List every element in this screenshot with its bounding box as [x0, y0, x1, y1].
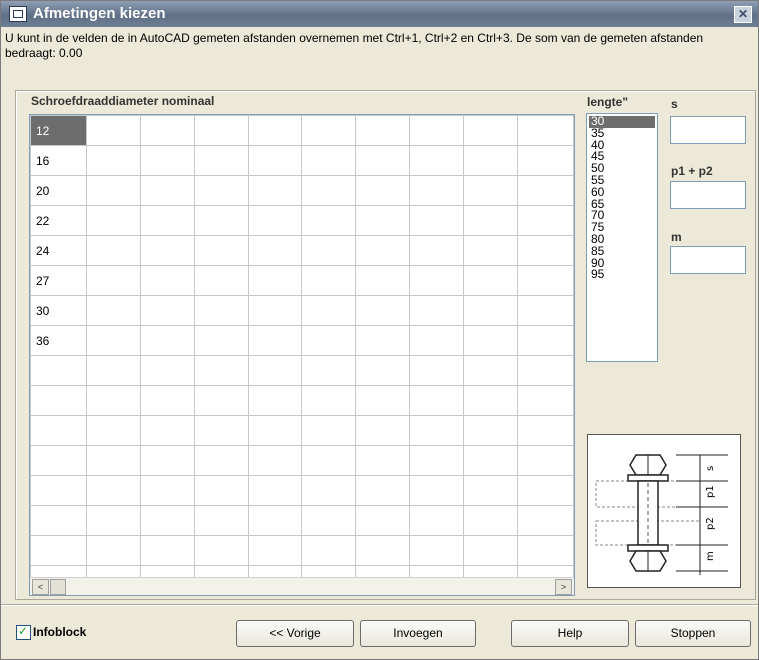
- table-row: 12: [30, 115, 574, 146]
- table-row: 36: [30, 325, 574, 356]
- diameter-grid[interactable]: 12 16 20 22 24 27 30 36 < >: [29, 114, 575, 596]
- grid-cell[interactable]: 22: [30, 205, 87, 236]
- lengte-label: lengte": [587, 95, 629, 109]
- grid-label: Schroefdraaddiameter nominaal: [31, 94, 215, 108]
- grid-cell[interactable]: 12: [30, 115, 87, 146]
- table-row: [30, 415, 574, 446]
- grid-cell[interactable]: 36: [30, 325, 87, 356]
- dialog-window: Afmetingen kiezen ✕ U kunt in de velden …: [0, 0, 759, 660]
- list-item[interactable]: 95: [587, 268, 657, 281]
- m-field[interactable]: [670, 246, 746, 274]
- bolt-nut-illustration: s p1 p2 m: [595, 454, 728, 575]
- previous-button[interactable]: << Vorige: [236, 620, 354, 647]
- infoblock-checkbox[interactable]: [16, 624, 31, 640]
- table-row: [30, 445, 574, 476]
- s-field[interactable]: [670, 116, 746, 144]
- scroll-left-button[interactable]: <: [32, 579, 49, 595]
- footer-divider: [1, 604, 758, 606]
- help-button[interactable]: Help: [511, 620, 629, 647]
- table-row: [30, 535, 574, 566]
- insert-button[interactable]: Invoegen: [360, 620, 476, 647]
- infoblock-label: Infoblock: [33, 625, 87, 639]
- m-label: m: [671, 230, 682, 244]
- grid-cell[interactable]: 30: [30, 295, 87, 326]
- table-row: 27: [30, 265, 574, 296]
- dialog-icon: [9, 6, 27, 22]
- diagram-label-m: m: [705, 551, 716, 561]
- stop-button[interactable]: Stoppen: [635, 620, 751, 647]
- table-row: 20: [30, 175, 574, 206]
- table-row: 24: [30, 235, 574, 266]
- table-row: 30: [30, 295, 574, 326]
- title-bar: Afmetingen kiezen ✕: [1, 1, 758, 27]
- grid-cell[interactable]: 24: [30, 235, 87, 266]
- table-row: [30, 505, 574, 536]
- close-icon[interactable]: ✕: [734, 6, 752, 23]
- diagram-label-p2: p2: [705, 517, 716, 530]
- table-row: 22: [30, 205, 574, 236]
- p1-p2-label: p1 + p2: [671, 164, 713, 178]
- diagram-label-s: s: [705, 466, 716, 471]
- window-title: Afmetingen kiezen: [33, 5, 166, 22]
- grid-cell[interactable]: 27: [30, 265, 87, 296]
- table-row: [30, 475, 574, 506]
- table-row: [30, 355, 574, 386]
- lengte-listbox[interactable]: 30 35 40 45 50 55 60 65 70 75 80 85 90 9…: [586, 113, 658, 362]
- info-text: U kunt in de velden de in AutoCAD gemete…: [5, 31, 704, 60]
- grid-table: 12 16 20 22 24 27 30 36: [30, 115, 574, 595]
- horizontal-scrollbar[interactable]: < >: [30, 577, 574, 595]
- grid-cell[interactable]: 16: [30, 145, 87, 176]
- scroll-right-button[interactable]: >: [555, 579, 572, 595]
- table-row: [30, 385, 574, 416]
- table-row: 16: [30, 145, 574, 176]
- scroll-thumb[interactable]: [50, 579, 66, 595]
- bolt-diagram: s p1 p2 m: [587, 434, 741, 588]
- p1-p2-field[interactable]: [670, 181, 746, 209]
- diagram-label-p1: p1: [705, 485, 716, 498]
- grid-cell[interactable]: 20: [30, 175, 87, 206]
- s-label: s: [671, 97, 678, 111]
